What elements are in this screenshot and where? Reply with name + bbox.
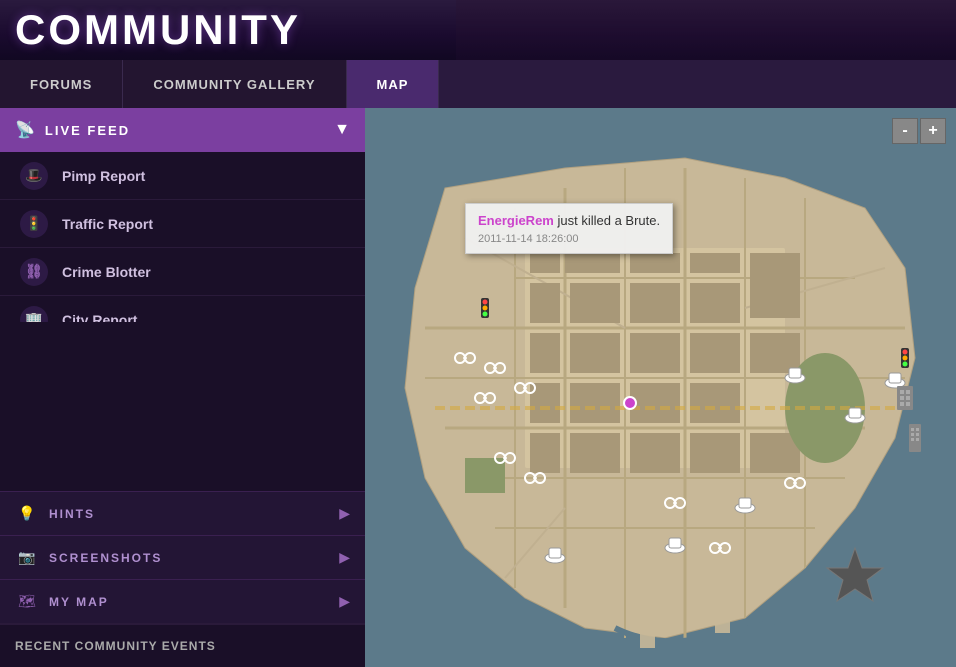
- header: COMMUNITY: [0, 0, 956, 60]
- tab-bar: FORUMS COMMUNITY GALLERY MAP: [0, 60, 956, 108]
- chevron-right-icon: ▶: [339, 505, 350, 522]
- hints-left: 💡 HINTS: [15, 502, 95, 526]
- section-screenshots[interactable]: 📷 SCREENSHOTS ▶: [0, 535, 365, 579]
- app-title: COMMUNITY: [15, 6, 301, 54]
- map-area[interactable]: - + EnergieRem just killed a Brute. 2011…: [365, 108, 956, 667]
- section-hints[interactable]: 💡 HINTS ▶: [0, 491, 365, 535]
- hat-icon: 🎩: [20, 162, 48, 190]
- chevron-right-icon: ▶: [339, 549, 350, 566]
- tab-forums[interactable]: FORUMS: [0, 60, 123, 108]
- tooltip-timestamp: 2011-11-14 18:26:00: [478, 233, 660, 245]
- my-map-left: 🗺 MY MAP: [15, 590, 109, 614]
- map-tooltip: EnergieRem just killed a Brute. 2011-11-…: [465, 203, 673, 254]
- map-svg: [365, 108, 956, 667]
- tooltip-username: EnergieRem: [478, 213, 554, 228]
- live-feed-left: 📡 LIVE FEED: [15, 120, 130, 140]
- menu-item-label: Crime Blotter: [62, 264, 151, 280]
- building-icon: 🏢: [20, 306, 48, 322]
- menu-item-label: Traffic Report: [62, 216, 153, 232]
- handcuffs-icon: ⛓: [20, 258, 48, 286]
- screenshots-label: SCREENSHOTS: [49, 551, 162, 565]
- chevron-down-icon: ▼: [334, 121, 350, 139]
- menu-item-traffic-report[interactable]: 🚦 Traffic Report: [0, 200, 365, 248]
- section-my-map[interactable]: 🗺 MY MAP ▶: [0, 579, 365, 623]
- zoom-out-button[interactable]: -: [892, 118, 918, 144]
- live-feed-label: LIVE FEED: [45, 123, 130, 138]
- chevron-right-icon: ▶: [339, 593, 350, 610]
- tooltip-content: EnergieRem just killed a Brute.: [478, 212, 660, 230]
- menu-items-list: 🎩 Pimp Report 🚦 Traffic Report ⛓ Crime B…: [0, 152, 365, 322]
- camera-icon: 📷: [15, 546, 39, 570]
- main-layout: 📡 LIVE FEED ▼ 🎩 Pimp Report 🚦 Traffic Re…: [0, 108, 956, 667]
- rss-icon: 📡: [15, 120, 35, 140]
- map-controls: - +: [892, 118, 946, 144]
- menu-item-label: City Report: [62, 312, 137, 322]
- recent-events-label: RECENT COMMUNITY EVENTS: [15, 639, 216, 653]
- recent-events-footer[interactable]: RECENT COMMUNITY EVENTS: [0, 623, 365, 667]
- screenshots-left: 📷 SCREENSHOTS: [15, 546, 162, 570]
- tab-community-gallery[interactable]: COMMUNITY GALLERY: [123, 60, 346, 108]
- live-feed-header[interactable]: 📡 LIVE FEED ▼: [0, 108, 365, 152]
- bulb-icon: 💡: [15, 502, 39, 526]
- hints-label: HINTS: [49, 507, 95, 521]
- tab-map[interactable]: MAP: [347, 60, 440, 108]
- menu-item-pimp-report[interactable]: 🎩 Pimp Report: [0, 152, 365, 200]
- map-icon: 🗺: [15, 590, 39, 614]
- sidebar: 📡 LIVE FEED ▼ 🎩 Pimp Report 🚦 Traffic Re…: [0, 108, 365, 667]
- menu-item-city-report[interactable]: 🏢 City Report: [0, 296, 365, 322]
- tooltip-action: just killed a Brute.: [554, 213, 660, 228]
- my-map-label: MY MAP: [49, 595, 109, 609]
- menu-item-crime-blotter[interactable]: ⛓ Crime Blotter: [0, 248, 365, 296]
- zoom-in-button[interactable]: +: [920, 118, 946, 144]
- menu-item-label: Pimp Report: [62, 168, 145, 184]
- traffic-icon: 🚦: [20, 210, 48, 238]
